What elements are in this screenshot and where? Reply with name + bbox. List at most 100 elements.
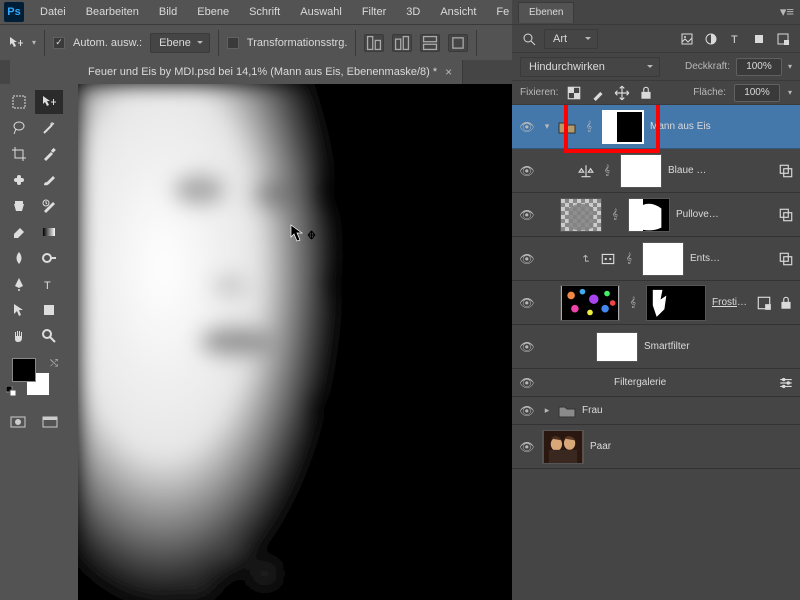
smart-filter-mask-thumbnail[interactable] bbox=[596, 332, 638, 362]
filter-pixel-icon[interactable] bbox=[678, 30, 696, 48]
layer-row[interactable]: 👁 ↵ 𝄞 Ents… bbox=[512, 237, 800, 281]
align-icon[interactable] bbox=[448, 34, 468, 52]
close-icon[interactable]: × bbox=[445, 65, 452, 79]
layer-effects-icon[interactable] bbox=[778, 251, 794, 267]
lock-position-icon[interactable] bbox=[614, 85, 630, 101]
filter-smart-icon[interactable] bbox=[774, 30, 792, 48]
filter-adjustment-icon[interactable] bbox=[702, 30, 720, 48]
pen-tool[interactable] bbox=[5, 272, 33, 296]
zoom-tool[interactable] bbox=[35, 324, 63, 348]
layer-name[interactable]: Filtergalerie bbox=[614, 377, 772, 388]
layer-mask-thumbnail[interactable] bbox=[628, 198, 670, 232]
eyedropper-tool[interactable] bbox=[35, 142, 63, 166]
layer-row[interactable]: 👁 𝄞 Pullove… bbox=[512, 193, 800, 237]
marquee-tool[interactable] bbox=[5, 90, 33, 114]
auto-select-checkbox[interactable] bbox=[53, 37, 65, 49]
history-brush-tool[interactable] bbox=[35, 194, 63, 218]
move-tool[interactable] bbox=[35, 90, 63, 114]
transform-controls-checkbox[interactable] bbox=[227, 37, 239, 49]
layer-effects-icon[interactable] bbox=[778, 163, 794, 179]
menu-item[interactable]: Ebene bbox=[187, 0, 239, 24]
filter-shape-icon[interactable] bbox=[750, 30, 768, 48]
layer-row[interactable]: 👁 Paar bbox=[512, 425, 800, 469]
chevron-down-icon[interactable]: ▾ bbox=[32, 38, 36, 47]
chevron-down-icon[interactable]: ▾ bbox=[788, 88, 792, 97]
lock-pixels-icon[interactable] bbox=[590, 85, 606, 101]
layer-name[interactable]: Pullove… bbox=[676, 209, 772, 220]
eraser-tool[interactable] bbox=[5, 220, 33, 244]
layer-row[interactable]: 👁 ▾ 𝄞 Mann aus Eis bbox=[512, 105, 800, 149]
menu-item[interactable]: Auswahl bbox=[290, 0, 352, 24]
auto-select-type-dropdown[interactable]: Ebene bbox=[150, 33, 210, 53]
visibility-toggle-icon[interactable]: 👁 bbox=[518, 340, 536, 354]
collapsed-panel-handle[interactable] bbox=[0, 60, 10, 84]
visibility-toggle-icon[interactable]: 👁 bbox=[518, 252, 536, 266]
menu-item[interactable]: Schrift bbox=[239, 0, 290, 24]
menu-item[interactable]: 3D bbox=[396, 0, 430, 24]
menu-item[interactable]: Bearbeiten bbox=[76, 0, 149, 24]
chevron-down-icon[interactable]: ▾ bbox=[788, 62, 792, 71]
align-icon[interactable] bbox=[364, 34, 384, 52]
gradient-tool[interactable] bbox=[35, 220, 63, 244]
layer-row[interactable]: 👁 Smartfilter bbox=[512, 325, 800, 369]
lock-all-icon[interactable] bbox=[638, 85, 654, 101]
dodge-tool[interactable] bbox=[35, 246, 63, 270]
layer-row[interactable]: 👁 ▸ Frau bbox=[512, 397, 800, 425]
visibility-toggle-icon[interactable]: 👁 bbox=[518, 164, 536, 178]
blur-tool[interactable] bbox=[5, 246, 33, 270]
visibility-toggle-icon[interactable]: 👁 bbox=[518, 404, 536, 418]
filter-kind-dropdown[interactable]: Art bbox=[544, 29, 598, 49]
clone-stamp-tool[interactable] bbox=[5, 194, 33, 218]
visibility-toggle-icon[interactable]: 👁 bbox=[518, 208, 536, 222]
expand-arrow-icon[interactable]: ▾ bbox=[542, 121, 552, 132]
layer-name[interactable]: Ents… bbox=[690, 253, 772, 264]
hand-tool[interactable] bbox=[5, 324, 33, 348]
blend-mode-dropdown[interactable]: Hindurchwirken bbox=[520, 57, 660, 77]
default-colors-icon[interactable] bbox=[6, 386, 16, 396]
layer-row[interactable]: 👁 Filtergalerie bbox=[512, 369, 800, 397]
foreground-color-swatch[interactable] bbox=[12, 358, 36, 382]
filter-settings-icon[interactable] bbox=[778, 375, 794, 391]
menu-item[interactable]: Ansicht bbox=[430, 0, 486, 24]
lock-transparent-icon[interactable] bbox=[566, 85, 582, 101]
opacity-input[interactable]: 100% bbox=[736, 58, 782, 76]
expand-arrow-icon[interactable]: ▸ bbox=[542, 405, 552, 416]
panel-tab-layers[interactable]: Ebenen bbox=[518, 2, 574, 23]
align-icon[interactable] bbox=[420, 34, 440, 52]
fill-input[interactable]: 100% bbox=[734, 84, 780, 102]
layer-mask-thumbnail[interactable] bbox=[602, 110, 644, 144]
menu-item[interactable]: Datei bbox=[30, 0, 76, 24]
brush-tool[interactable] bbox=[35, 168, 63, 192]
shape-tool[interactable] bbox=[35, 298, 63, 322]
layer-name[interactable]: Frostige… bbox=[712, 297, 750, 308]
layer-row[interactable]: 👁 𝄞 Blaue … bbox=[512, 149, 800, 193]
crop-tool[interactable] bbox=[5, 142, 33, 166]
lasso-tool[interactable] bbox=[5, 116, 33, 140]
layer-name[interactable]: Paar bbox=[590, 441, 794, 452]
visibility-toggle-icon[interactable]: 👁 bbox=[518, 296, 536, 310]
swap-colors-icon[interactable]: ⤭ bbox=[50, 358, 58, 369]
path-selection-tool[interactable] bbox=[5, 298, 33, 322]
layer-row[interactable]: 👁 𝄞 Frostige… bbox=[512, 281, 800, 325]
search-icon[interactable] bbox=[520, 30, 538, 48]
canvas[interactable] bbox=[78, 84, 512, 600]
layer-name[interactable]: Frau bbox=[582, 405, 794, 416]
layer-effects-icon[interactable] bbox=[778, 207, 794, 223]
visibility-toggle-icon[interactable]: 👁 bbox=[518, 120, 536, 134]
layer-thumbnail[interactable] bbox=[560, 285, 620, 321]
menu-item[interactable]: Filter bbox=[352, 0, 396, 24]
visibility-toggle-icon[interactable]: 👁 bbox=[518, 440, 536, 454]
filter-type-icon[interactable]: T bbox=[726, 30, 744, 48]
layer-thumbnail[interactable] bbox=[560, 198, 602, 232]
screen-mode-toggle[interactable] bbox=[36, 412, 64, 432]
type-tool[interactable]: T bbox=[35, 272, 63, 296]
healing-brush-tool[interactable] bbox=[5, 168, 33, 192]
layer-name[interactable]: Mann aus Eis bbox=[650, 121, 794, 132]
quick-mask-toggle[interactable] bbox=[4, 412, 32, 432]
layer-name[interactable]: Blaue … bbox=[668, 165, 772, 176]
layer-thumbnail[interactable] bbox=[542, 430, 584, 464]
menu-item[interactable]: Bild bbox=[149, 0, 187, 24]
layer-mask-thumbnail[interactable] bbox=[620, 154, 662, 188]
magic-wand-tool[interactable] bbox=[35, 116, 63, 140]
layer-mask-thumbnail[interactable] bbox=[646, 285, 706, 321]
